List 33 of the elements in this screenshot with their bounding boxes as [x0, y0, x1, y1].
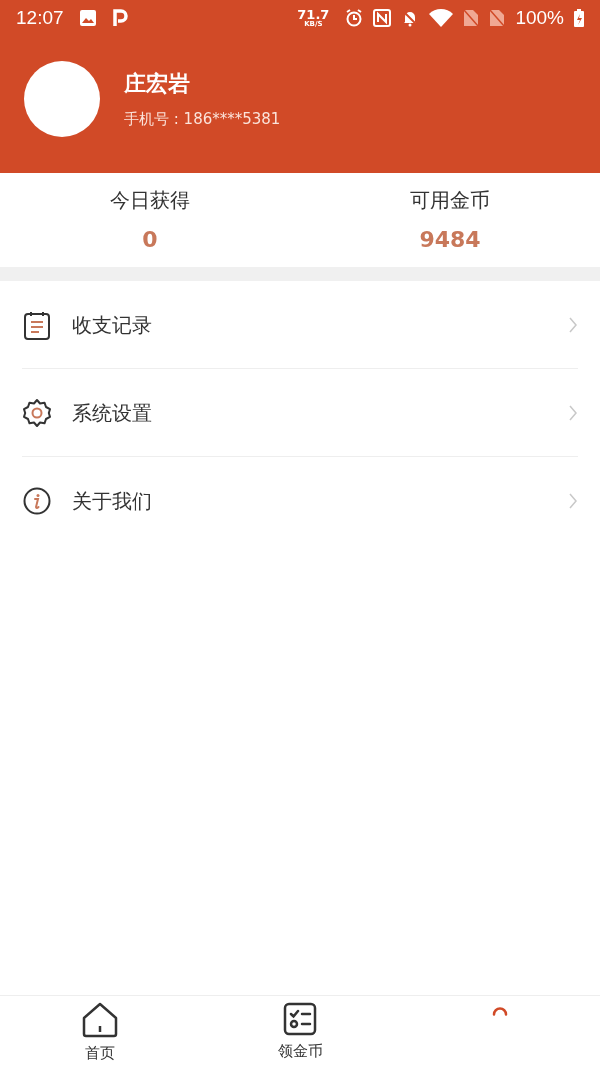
- chevron-right-icon: [568, 403, 578, 422]
- menu-row[interactable]: 关于我们: [22, 457, 578, 545]
- chevron-right-icon: [568, 492, 578, 510]
- menu-label: 关于我们: [72, 488, 153, 515]
- p-badge-icon: [111, 9, 128, 27]
- checklist-icon: [283, 1002, 317, 1036]
- menu-row[interactable]: 系统设置: [22, 369, 578, 457]
- settings-icon: [22, 397, 52, 428]
- stat-label: 今日获得: [110, 186, 190, 214]
- user-name: 庄宏岩: [124, 69, 191, 98]
- stat-label: 可用金币: [410, 186, 490, 214]
- home-icon: [81, 1002, 119, 1038]
- status-time: 12:07: [16, 5, 64, 30]
- wifi-icon: [429, 9, 454, 27]
- phone-number: 手机号 : 186****5381: [124, 108, 281, 130]
- menu-row[interactable]: 收支记录: [22, 281, 578, 369]
- no-sim-icon: [463, 9, 480, 27]
- nfc-icon: [373, 9, 392, 27]
- no-sim-icon: [489, 9, 506, 27]
- stat-value: 0: [142, 225, 158, 254]
- battery-charging-icon: [574, 9, 584, 27]
- stat-value: 9484: [419, 225, 481, 254]
- menu-label: 系统设置: [72, 399, 153, 427]
- tab[interactable]: 领金币: [200, 996, 400, 1067]
- network-speed: 71.7: [297, 8, 330, 21]
- chevron-right-icon: [568, 315, 578, 334]
- alarm-icon: [345, 9, 364, 27]
- tab[interactable]: 首页: [0, 996, 200, 1067]
- image-icon: [79, 10, 96, 26]
- info-icon: [23, 487, 51, 515]
- clipboard-icon: [23, 309, 51, 340]
- menu-label: 收支记录: [72, 311, 153, 339]
- battery-percent: 100%: [515, 5, 564, 30]
